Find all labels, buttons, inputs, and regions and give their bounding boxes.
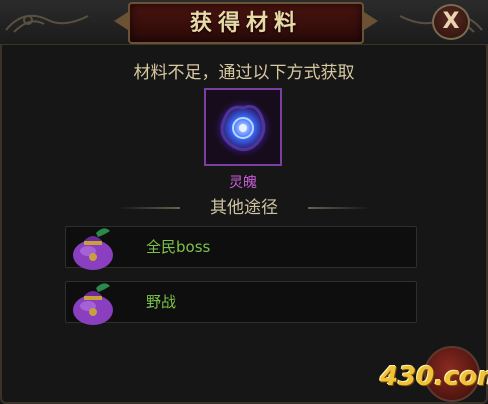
- close-icon: X: [442, 9, 460, 34]
- source-label: 全民boss: [146, 238, 211, 256]
- divider-line-right: [308, 207, 370, 209]
- shortage-hint: 材料不足，通过以下方式获取: [133, 63, 355, 83]
- item-slot[interactable]: [204, 88, 282, 166]
- purple-bag-icon: [73, 283, 113, 325]
- title-plate: 获得材料: [128, 2, 364, 44]
- header-ornament-left: [5, 14, 89, 33]
- soul-orb-icon: [206, 90, 280, 164]
- watermark-text: 430.com: [380, 362, 488, 392]
- site-watermark: 430.com: [376, 346, 488, 404]
- source-row-boss[interactable]: 全民boss: [65, 226, 417, 270]
- dialog-header: 获得材料 X: [0, 0, 488, 45]
- item-name: 灵魄: [229, 175, 257, 191]
- close-button[interactable]: X: [432, 4, 470, 40]
- source-label: 野战: [146, 293, 177, 311]
- purple-bag-icon: [73, 228, 113, 270]
- dialog-title: 获得材料: [189, 10, 302, 36]
- section-divider: 其他途径: [118, 196, 370, 220]
- source-row-field-battle[interactable]: 野战: [65, 281, 417, 325]
